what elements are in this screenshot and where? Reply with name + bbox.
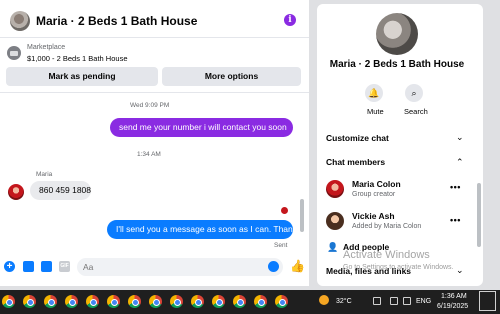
chrome-icon[interactable] — [149, 295, 162, 308]
weather-icon[interactable] — [319, 295, 329, 305]
listing-kicker: Marketplace — [27, 44, 66, 51]
chevron-up-icon[interactable]: ⌃ — [456, 157, 464, 168]
info-icon[interactable]: i — [284, 14, 296, 26]
composer: + GIF 👍 — [0, 256, 309, 278]
battery-icon[interactable] — [403, 297, 411, 305]
member-name[interactable]: Maria Colon — [352, 179, 401, 189]
search-icon[interactable]: ⌕ — [405, 84, 423, 102]
chrome-icon[interactable] — [275, 295, 288, 308]
language-indicator[interactable]: ENG — [416, 298, 431, 305]
bell-icon[interactable]: 🔔 — [365, 84, 383, 102]
marketplace-listing: Marketplace $1,000 - 2 Beds 1 Bath House… — [0, 39, 309, 93]
chat-members-section[interactable]: Chat members — [326, 157, 385, 167]
member-role: Group creator — [352, 191, 396, 198]
conversation-title[interactable]: Maria · 2 Beds 1 Bath House — [36, 14, 197, 28]
chrome-icon[interactable] — [191, 295, 204, 308]
conversation-info-pane: Maria · 2 Beds 1 Bath House 🔔 ⌕ Mute Sea… — [317, 4, 483, 286]
activate-windows-title: Activate Windows — [343, 249, 430, 261]
mark-as-pending-button[interactable]: Mark as pending — [6, 67, 158, 86]
search-label[interactable]: Search — [404, 107, 428, 116]
read-receipt-avatar — [281, 207, 288, 214]
thumbs-up-icon[interactable]: 👍 — [290, 259, 305, 273]
message-timestamp: Wed 9:09 PM — [130, 102, 170, 109]
info-scrollbar[interactable] — [477, 183, 481, 247]
chrome-icon[interactable] — [107, 295, 120, 308]
network-icon[interactable] — [373, 297, 381, 305]
chevron-down-icon[interactable]: ⌄ — [456, 132, 464, 143]
chrome-icon[interactable] — [254, 295, 267, 308]
activate-windows-subtitle: Go to Settings to activate Windows. — [343, 264, 454, 271]
more-options-button[interactable]: More options — [162, 67, 301, 86]
gif-icon[interactable]: GIF — [59, 261, 70, 272]
member-name[interactable]: Vickie Ash — [352, 211, 395, 221]
sender-name: Maria — [36, 171, 53, 178]
chrome-icon[interactable] — [86, 295, 99, 308]
member-avatar[interactable] — [326, 180, 344, 198]
member-role: Added by Maria Colon — [352, 223, 422, 230]
chrome-icon[interactable] — [2, 295, 15, 308]
plus-icon[interactable]: + — [4, 261, 15, 272]
incoming-message[interactable]: 860 459 1808 — [30, 181, 91, 200]
show-desktop-button[interactable] — [479, 291, 496, 311]
outgoing-message[interactable]: I'll send you a message as soon as I can… — [107, 220, 301, 239]
image-icon[interactable] — [23, 261, 34, 272]
listing-thumbnail — [7, 46, 21, 60]
sticker-icon[interactable] — [41, 261, 52, 272]
chevron-down-icon[interactable]: ⌄ — [456, 265, 464, 276]
message-timestamp: 1:34 AM — [137, 151, 161, 158]
avatar[interactable] — [10, 11, 30, 31]
mute-label[interactable]: Mute — [367, 107, 384, 116]
chrome-icon[interactable] — [44, 295, 57, 308]
clock-date[interactable]: 6/19/2025 — [437, 303, 468, 310]
outgoing-message[interactable]: send me your number i will contact you s… — [110, 118, 293, 137]
sender-avatar[interactable] — [8, 184, 24, 200]
temperature[interactable]: 32°C — [336, 298, 352, 305]
customize-chat-section[interactable]: Customize chat — [326, 133, 389, 143]
more-icon[interactable]: ••• — [450, 215, 461, 225]
conversation-info-title: Maria · 2 Beds 1 Bath House — [329, 59, 465, 70]
message-status: Sent — [274, 242, 288, 249]
emoji-icon[interactable] — [268, 261, 279, 272]
more-icon[interactable]: ••• — [450, 182, 461, 192]
chrome-icon[interactable] — [233, 295, 246, 308]
member-avatar[interactable] — [326, 212, 344, 230]
chat-header: Maria · 2 Beds 1 Bath House i — [0, 0, 309, 38]
clock-time[interactable]: 1:36 AM — [441, 293, 467, 300]
speaker-icon[interactable] — [390, 297, 398, 305]
chat-pane: Maria · 2 Beds 1 Bath House i Marketplac… — [0, 0, 309, 286]
chrome-icon[interactable] — [65, 295, 78, 308]
chrome-icon[interactable] — [23, 295, 36, 308]
chrome-icon[interactable] — [170, 295, 183, 308]
screen: Maria · 2 Beds 1 Bath House i Marketplac… — [0, 0, 500, 314]
chrome-icon[interactable] — [212, 295, 225, 308]
message-input[interactable] — [77, 258, 283, 276]
listing-subtitle[interactable]: $1,000 - 2 Beds 1 Bath House — [27, 54, 128, 63]
add-person-icon[interactable]: 👤 — [327, 242, 338, 253]
conversation-avatar[interactable] — [376, 13, 418, 55]
chrome-icon[interactable] — [128, 295, 141, 308]
chat-scrollbar[interactable] — [300, 199, 304, 232]
